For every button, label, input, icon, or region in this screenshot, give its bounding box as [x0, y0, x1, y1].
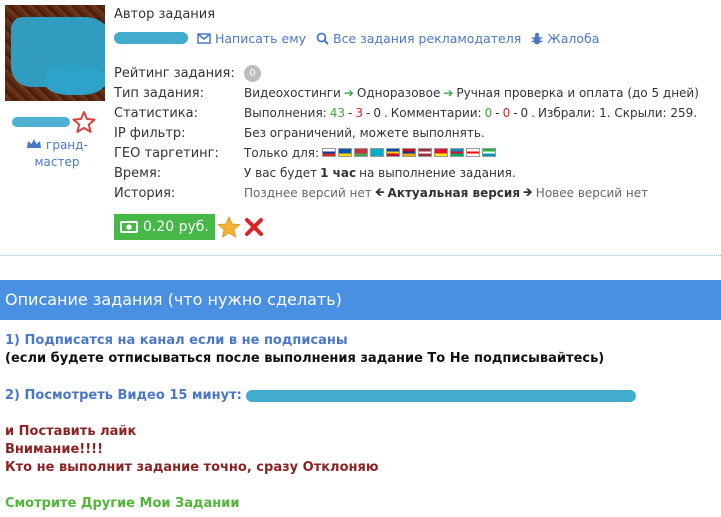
flag-icon	[370, 148, 385, 157]
task-type-row: Тип задания: Видеохостинги ➔ Одноразовое…	[114, 83, 699, 103]
done-label: Выполнения:	[244, 106, 327, 120]
bug-icon	[531, 32, 543, 45]
ip-filter-row: IP фильтр: Без ограничений, можете выпол…	[114, 123, 485, 143]
author-id-redaction	[12, 117, 70, 127]
flag-icon	[450, 148, 465, 157]
desc-line-7: Смотрите Другие Мои Задании	[5, 496, 240, 511]
crown-icon	[27, 139, 42, 148]
desc-line-4: и Поставить лайк	[5, 424, 137, 439]
comments-negative: 0	[502, 106, 511, 120]
geo-prefix: Только для:	[244, 146, 320, 160]
arrow-right-icon: ➔	[343, 86, 354, 100]
hide-x-icon[interactable]	[244, 217, 264, 237]
all-tasks-label: Все задания рекламодателя	[333, 31, 522, 46]
desc-line-2: (если будете отписываться после выполнен…	[5, 351, 605, 366]
flag-icon	[434, 148, 449, 157]
section-divider	[0, 255, 721, 256]
task-type-check: Ручная проверка и оплата (до 5 дней)	[456, 86, 699, 100]
desc-line-1: 1) Подписатся на канал если в не подписа…	[5, 333, 348, 348]
history-label: История:	[114, 185, 176, 201]
desc-line-6: Кто не выполнит задание точно, сразу Отк…	[5, 460, 379, 475]
price-button[interactable]: ● 0.20 руб.	[114, 214, 215, 240]
desc-line-3: 2) Посмотреть Видео 15 минут:	[5, 388, 637, 403]
flag-icon	[386, 148, 401, 157]
task-type-label: Тип задания:	[114, 85, 205, 101]
video-url-redacted[interactable]	[246, 388, 637, 403]
write-message-label: Написать ему	[215, 31, 307, 46]
task-type-category: Видеохостинги	[244, 86, 341, 100]
complaint-link[interactable]: Жалоба	[531, 31, 599, 46]
rank-line-1: гранд-	[46, 138, 88, 152]
price-label: 0.20 руб.	[143, 219, 209, 235]
comments-label: Комментарии:	[390, 106, 482, 120]
flag-icon	[466, 148, 481, 157]
arrow-right-icon: 🡺	[523, 184, 533, 199]
rating-row: Рейтинг задания: 0	[114, 63, 261, 83]
search-icon	[316, 32, 329, 45]
time-pre: У вас будет	[244, 166, 318, 180]
geo-label: ГЕО таргетинг:	[114, 145, 219, 161]
flag-icon	[482, 148, 497, 157]
all-tasks-link[interactable]: Все задания рекламодателя	[316, 31, 521, 46]
author-avatar[interactable]	[5, 5, 105, 101]
comments-neutral: 0	[520, 106, 529, 120]
avatar-redaction-2	[45, 65, 105, 95]
star-outline-icon	[72, 111, 96, 133]
author-id-redacted	[12, 114, 72, 130]
history-prev: Позднее версий нет	[244, 186, 372, 200]
geo-row: ГЕО таргетинг: Только для:	[114, 143, 498, 163]
arrow-left-icon: 🡸	[374, 184, 385, 199]
author-title: Автор задания	[114, 7, 216, 22]
arrow-right-icon: ➔	[443, 86, 454, 100]
rating-label: Рейтинг задания:	[114, 65, 235, 81]
history-next: Новее версий нет	[535, 186, 649, 200]
favorite-star-icon[interactable]	[217, 215, 241, 239]
complaint-label: Жалоба	[547, 31, 600, 46]
statistics-label: Статистика:	[114, 105, 199, 121]
flag-icon	[338, 148, 353, 157]
done-rejected: 3	[355, 106, 363, 120]
task-type-frequency: Одноразовое	[356, 86, 441, 100]
time-post: на выполнение задания.	[359, 166, 516, 180]
author-links: Написать ему Все задания рекламодателя Ж…	[197, 31, 599, 46]
done-approved: 43	[329, 106, 345, 120]
history-row: История: Позднее версий нет 🡸 Актуальная…	[114, 183, 648, 203]
favorites-text: Избрали: 1. Скрыли: 259.	[538, 106, 698, 120]
author-rank: гранд- мастер	[22, 137, 92, 171]
history-current[interactable]: Актуальная версия	[388, 186, 521, 200]
write-message-link[interactable]: Написать ему	[197, 31, 306, 46]
ip-filter-value: Без ограничений, можете выполнять.	[244, 126, 485, 140]
envelope-icon	[197, 33, 211, 44]
rating-badge: 0	[244, 64, 261, 82]
flag-icon	[322, 148, 337, 157]
time-label: Время:	[114, 165, 162, 181]
done-pending: 0	[373, 106, 381, 120]
statistics-row: Статистика: Выполнения: 43- 3- 0. Коммен…	[114, 105, 698, 121]
desc-line-5: Внимание!!!!	[5, 442, 104, 457]
ip-filter-label: IP фильтр:	[114, 125, 186, 141]
comments-positive: 0	[484, 106, 493, 120]
money-icon: ●	[120, 221, 138, 233]
time-row: Время: У вас будет 1 час на выполнение з…	[114, 163, 516, 183]
description-header: Описание задания (что нужно сделать)	[0, 280, 721, 320]
geo-flags	[322, 146, 498, 160]
author-name-redacted[interactable]	[114, 32, 188, 44]
desc-line-3-label: 2) Посмотреть Видео 15 минут:	[5, 388, 242, 403]
time-amount: 1 час	[320, 166, 357, 180]
flag-icon	[418, 148, 433, 157]
flag-icon	[402, 148, 417, 157]
rank-line-2: мастер	[34, 155, 80, 169]
flag-icon	[354, 148, 369, 157]
